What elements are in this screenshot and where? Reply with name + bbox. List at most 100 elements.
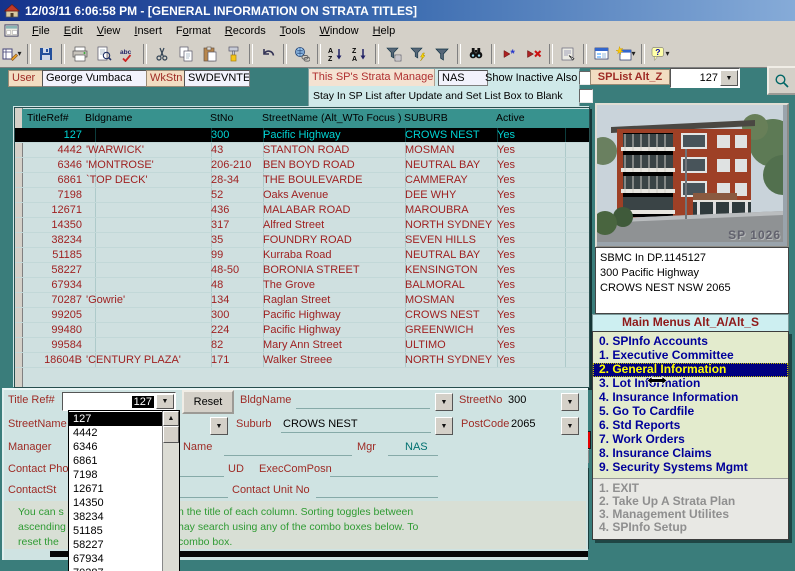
contact-name-field-line[interactable]: [224, 455, 352, 456]
apply-filter-button[interactable]: [431, 43, 453, 64]
table-row[interactable]: 127300Pacific HighwayCROWS NESTYes: [15, 128, 589, 143]
sort-ascending-button[interactable]: AZ: [325, 43, 347, 64]
table-row[interactable]: 719852Oaks AvenueDEE WHYYes: [15, 188, 589, 203]
reset-button[interactable]: Reset: [182, 390, 234, 414]
menu-insert[interactable]: Insert: [127, 23, 169, 39]
dropdown-item-4[interactable]: 7198: [69, 468, 163, 482]
menu-help[interactable]: Help: [366, 23, 403, 39]
table-row[interactable]: 99205300Pacific HighwayCROWS NESTYes: [15, 308, 589, 323]
dropdown-item-0[interactable]: 127: [69, 412, 163, 426]
contactst-field-line[interactable]: [180, 497, 228, 498]
filter-by-form-button[interactable]: [383, 43, 405, 64]
table-row[interactable]: 99480224Pacific HighwayGREENWICHYes: [15, 323, 589, 338]
table-row[interactable]: 5822748-50BORONIA STREETKENSINGTONYes: [15, 263, 589, 278]
format-painter-button[interactable]: [223, 43, 245, 64]
streetno-value[interactable]: 300: [508, 394, 526, 406]
main-menu-item-6[interactable]: 6. Std Reports: [593, 419, 788, 433]
print-preview-button[interactable]: [93, 43, 115, 64]
new-object-dropdown-icon[interactable]: ▾: [631, 49, 635, 58]
scroll-up-icon[interactable]: ▲: [163, 411, 179, 426]
dropdown-item-2[interactable]: 6346: [69, 440, 163, 454]
suburb-dropdown-icon[interactable]: ▼: [435, 417, 453, 435]
wkstn-field[interactable]: SWDEVNTE: [184, 70, 250, 87]
table-row[interactable]: 4442'WARWICK'43STANTON ROADMOSMANYes: [15, 143, 589, 158]
menu-tools[interactable]: Tools: [273, 23, 313, 39]
contact-unit-field-line[interactable]: [316, 497, 438, 498]
spelling-button[interactable]: abc: [117, 43, 139, 64]
dropdown-item-1[interactable]: 4442: [69, 426, 163, 440]
main-menu-item-7[interactable]: 7. Work Orders: [593, 433, 788, 447]
column-header-0[interactable]: TitleRef#: [24, 112, 85, 126]
save-button[interactable]: [35, 43, 57, 64]
splist-combo[interactable]: 127 ▼: [670, 68, 740, 88]
user-field[interactable]: George Vumbaca: [42, 70, 148, 87]
table-row[interactable]: 6861`TOP DECK'28-34THE BOULEVARDECAMMERA…: [15, 173, 589, 188]
scrollbar-thumb[interactable]: [163, 426, 179, 443]
print-button[interactable]: [69, 43, 91, 64]
main-menu-item-3[interactable]: 3. Lot Information: [593, 377, 788, 391]
bldgname-dropdown-icon[interactable]: ▼: [435, 393, 453, 411]
main-menu-gray-item-3[interactable]: 4. SPInfo Setup: [593, 521, 788, 534]
copy-button[interactable]: [175, 43, 197, 64]
title-ref-dropdown-icon[interactable]: ▼: [156, 394, 174, 409]
streetno-dropdown-icon[interactable]: ▼: [561, 393, 579, 411]
menu-format[interactable]: Format: [169, 23, 218, 39]
table-row[interactable]: 14350317Alfred StreetNORTH SYDNEYYes: [15, 218, 589, 233]
sp-manager-field[interactable]: NAS: [438, 70, 488, 86]
postcode-value[interactable]: 2065: [511, 418, 535, 430]
cut-button[interactable]: [151, 43, 173, 64]
search-button[interactable]: [767, 66, 795, 95]
table-row[interactable]: 9958482Mary Ann StreetULTIMOYes: [15, 338, 589, 353]
table-row[interactable]: 6346'MONTROSE'206-210BEN BOYD ROADNEUTRA…: [15, 158, 589, 173]
menu-records[interactable]: Records: [218, 23, 273, 39]
design-view-dropdown-icon[interactable]: ▾: [17, 49, 21, 58]
table-row[interactable]: 3823435FOUNDRY ROADSEVEN HILLSYes: [15, 233, 589, 248]
menu-file[interactable]: File: [25, 23, 57, 39]
database-window-button[interactable]: [591, 43, 613, 64]
main-menu-item-4[interactable]: 4. Insurance Information: [593, 391, 788, 405]
design-view-button[interactable]: ▾: [1, 43, 23, 64]
dropdown-item-8[interactable]: 51185: [69, 524, 163, 538]
properties-button[interactable]: [557, 43, 579, 64]
main-menu-item-5[interactable]: 5. Go To Cardfile: [593, 405, 788, 419]
main-menu-item-8[interactable]: 8. Insurance Claims: [593, 447, 788, 461]
title-ref-combo[interactable]: 127 ▼: [62, 392, 176, 411]
table-row[interactable]: 70287'Gowrie'134Raglan StreetMOSMANYes: [15, 293, 589, 308]
column-header-4[interactable]: SUBURB: [401, 112, 496, 126]
splist-dropdown-icon[interactable]: ▼: [720, 70, 738, 86]
dropdown-item-10[interactable]: 67934: [69, 552, 163, 566]
dropdown-item-6[interactable]: 14350: [69, 496, 163, 510]
mgr-value[interactable]: NAS: [405, 441, 428, 453]
insert-hyperlink-button[interactable]: [291, 43, 313, 64]
postcode-dropdown-icon[interactable]: ▼: [561, 417, 579, 435]
streetname-dropdown-icon[interactable]: ▼: [210, 417, 228, 435]
execcomposn-field-line[interactable]: [330, 476, 438, 477]
table-row[interactable]: 18604B'CENTURY PLAZA'171Walker StreeeNOR…: [15, 353, 589, 368]
menu-edit[interactable]: Edit: [57, 23, 90, 39]
table-row[interactable]: 6793448The GroveBALMORALYes: [15, 278, 589, 293]
title-ref-dropdown-list[interactable]: 1274442634668617198126711435038234511855…: [68, 410, 180, 571]
main-menu-item-2[interactable]: 2. General Information: [593, 363, 788, 377]
column-header-1[interactable]: Bldgname: [82, 112, 210, 126]
main-menu-item-1[interactable]: 1. Executive Committee: [593, 349, 788, 363]
new-object-button[interactable]: ▾: [615, 43, 637, 64]
find-button[interactable]: [465, 43, 487, 64]
contact-phone-field-line[interactable]: [180, 476, 224, 477]
dropdown-item-5[interactable]: 12671: [69, 482, 163, 496]
table-row[interactable]: 12671436MALABAR ROADMAROUBRAYes: [15, 203, 589, 218]
bldgname-field-line[interactable]: [296, 408, 430, 409]
column-header-2[interactable]: StNo: [207, 112, 262, 126]
help-dropdown-icon[interactable]: ▾: [665, 49, 669, 58]
sort-descending-button[interactable]: ZA: [349, 43, 371, 64]
table-row[interactable]: 5118599Kurraba RoadNEUTRAL BAYYes: [15, 248, 589, 263]
delete-record-button[interactable]: [523, 43, 545, 64]
undo-button[interactable]: [257, 43, 279, 64]
menu-window[interactable]: Window: [312, 23, 365, 39]
dropdown-item-11[interactable]: 70287: [69, 566, 163, 571]
stay-in-list-checkbox[interactable]: [579, 89, 593, 103]
dropdown-scrollbar[interactable]: ▲: [162, 411, 179, 571]
paste-button[interactable]: [199, 43, 221, 64]
help-button[interactable]: ?▾: [649, 43, 671, 64]
new-record-button[interactable]: *: [499, 43, 521, 64]
dropdown-item-7[interactable]: 38234: [69, 510, 163, 524]
